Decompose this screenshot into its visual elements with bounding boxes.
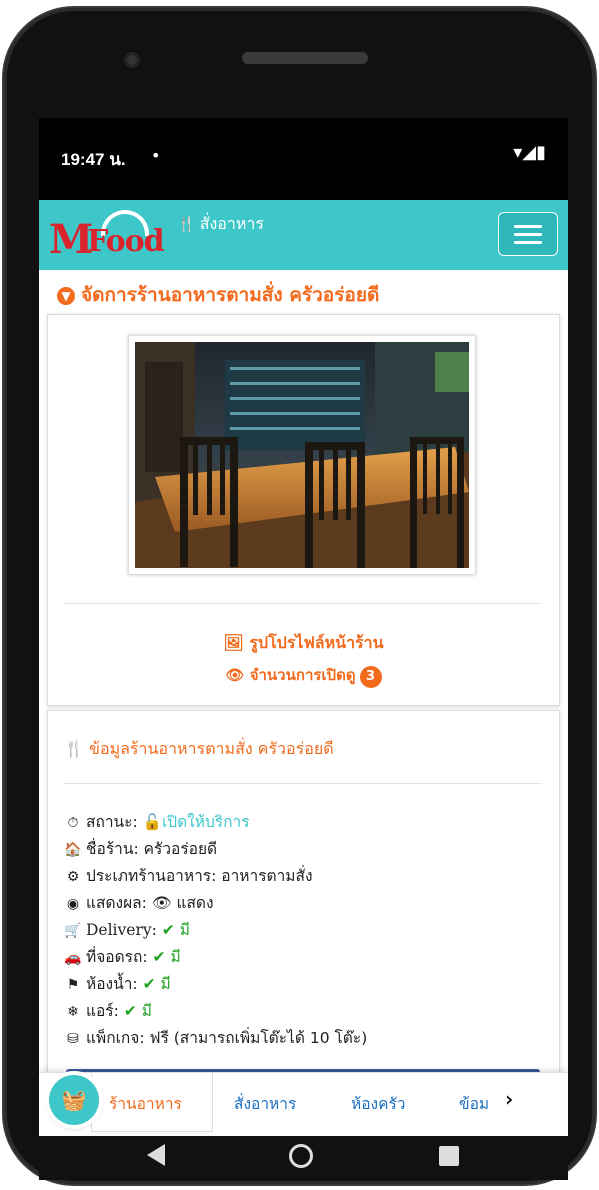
notification-dot-icon: • xyxy=(151,146,161,165)
top-navbar: M Food 🍴 สั่งอาหาร xyxy=(39,200,568,270)
tab-info[interactable]: ข้อม xyxy=(459,1091,489,1116)
main-content: ▼ จัดการร้านอาหารตามสั่ง ครัวอร่อยดี 🖼 ร… xyxy=(39,270,568,1092)
screen: 19:47 น. • ▾◢▮ M Food 🍴 สั่งอาหาร ▼ จัดการ… xyxy=(39,118,568,1136)
hamburger-line xyxy=(514,225,542,228)
bottom-tab-bar: 🧺 ร้านอาหาร สั่งอาหาร ห้องครัว ข้อม › xyxy=(39,1072,568,1136)
camera-icon xyxy=(124,52,140,68)
hamburger-line xyxy=(514,233,542,236)
display-label: แสดงผล: xyxy=(86,894,147,912)
delivery-label: Delivery: xyxy=(86,921,157,939)
info-heading: 🍴 ข้อมูลร้านอาหารตามสั่ง ครัวอร่อยดี xyxy=(64,737,334,762)
info-card: 🍴 ข้อมูลร้านอาหารตามสั่ง ครัวอร่อยดี ⏱ สถ… xyxy=(47,710,560,1092)
status-label: สถานะ: xyxy=(86,813,138,831)
parking-label: ที่จอดรถ: xyxy=(86,948,148,966)
chevron-right-icon[interactable]: › xyxy=(505,1087,513,1111)
home-circle-icon[interactable] xyxy=(289,1144,313,1168)
eye-icon: 👁 xyxy=(225,666,245,684)
clock-icon: ⏱ xyxy=(67,815,79,831)
profile-photo-link[interactable]: 🖼 รูปโปรไฟล์หน้าร้าน xyxy=(48,631,559,656)
info-row-status: ⏱ สถานะ: 🔓เปิดให้บริการ xyxy=(64,809,367,836)
toilet-label: ห้องน้ำ: xyxy=(86,975,138,993)
type-value: อาหารตามสั่ง xyxy=(221,867,313,885)
image-icon: 🖼 xyxy=(223,633,244,652)
info-row-type: ⚙ ประเภทร้านอาหาร: อาหารตามสั่ง xyxy=(64,863,367,890)
gears-icon: ⚙ xyxy=(66,869,80,885)
nav-order-link[interactable]: 🍴 สั่งอาหาร xyxy=(177,212,264,237)
air-label: แอร์: xyxy=(86,1002,119,1020)
restaurant-photo[interactable] xyxy=(135,342,469,568)
mfood-logo[interactable]: M Food xyxy=(49,210,173,263)
back-icon[interactable] xyxy=(147,1144,165,1166)
home-icon: 🏠 xyxy=(64,842,82,858)
tab-order[interactable]: สั่งอาหาร xyxy=(234,1091,296,1116)
basket-icon[interactable]: 🧺 xyxy=(49,1075,99,1125)
package-icon: ⛁ xyxy=(67,1031,79,1047)
name-value: ครัวอร่อยดี xyxy=(143,840,218,858)
fork-knife-icon: 🍴 xyxy=(177,215,196,233)
info-row-package: ⛁ แพ็กเกจ: ฟรี (สามารถเพิ่มโต๊ะได้ 10 โต๊… xyxy=(64,1025,367,1052)
name-label: ชื่อร้าน: xyxy=(86,840,139,858)
parking-value: มี xyxy=(170,948,181,966)
restaurant-interior-image xyxy=(135,342,469,568)
flag-icon: ⚑ xyxy=(66,977,80,993)
eye-icon: 👁 xyxy=(151,894,172,912)
view-count-badge: 3 xyxy=(359,666,382,688)
package-value: ฟรี (สามารถเพิ่มโต๊ะได้ 10 โต๊ะ) xyxy=(149,1029,368,1047)
car-icon: 🚗 xyxy=(64,950,82,966)
toilet-value: มี xyxy=(160,975,171,993)
restaurant-photo-frame xyxy=(128,335,476,575)
tab-restaurant[interactable]: ร้านอาหาร xyxy=(109,1091,182,1116)
fork-knife-icon: 🍴 xyxy=(64,739,84,758)
info-row-air: ❄ แอร์: ✔ มี xyxy=(64,998,367,1025)
check-icon: ✔ xyxy=(123,1002,137,1020)
android-nav-bar xyxy=(39,1136,568,1180)
profile-photo-label: รูปโปรไฟล์หน้าร้าน xyxy=(249,633,384,652)
check-icon: ✔ xyxy=(152,948,166,966)
divider xyxy=(64,603,542,604)
hamburger-line xyxy=(514,241,542,244)
page-title-text: จัดการร้านอาหารตามสั่ง ครัวอร่อยดี xyxy=(81,284,380,306)
delivery-value: มี xyxy=(179,921,190,939)
display-value: แสดง xyxy=(176,894,214,912)
check-icon: ✔ xyxy=(142,975,156,993)
nav-order-label: สั่งอาหาร xyxy=(199,214,264,233)
phone-frame: 19:47 น. • ▾◢▮ M Food 🍴 สั่งอาหาร ▼ จัดการ… xyxy=(0,0,599,1190)
status-value[interactable]: เปิดให้บริการ xyxy=(162,813,250,831)
logo-food: Food xyxy=(87,224,165,259)
recents-icon[interactable] xyxy=(439,1146,459,1166)
view-count: 👁 จำนวนการเปิดดู 3 xyxy=(48,663,559,688)
status-bar: 19:47 น. • ▾◢▮ xyxy=(39,118,568,200)
cart-icon: 🛒 xyxy=(64,923,82,939)
package-label: แพ็กเกจ: xyxy=(86,1029,145,1047)
info-row-display: ◉ แสดงผล: 👁 แสดง xyxy=(64,890,367,917)
speaker-grille xyxy=(242,52,368,64)
signal-battery-icon: ▾◢▮ xyxy=(513,142,546,163)
air-value: มี xyxy=(141,1002,152,1020)
radio-dot-icon: ◉ xyxy=(66,896,80,912)
profile-card: 🖼 รูปโปรไฟล์หน้าร้าน 👁 จำนวนการเปิดดู 3 xyxy=(47,314,560,706)
check-icon: ✔ xyxy=(161,921,175,939)
info-heading-text: ข้อมูลร้านอาหารตามสั่ง ครัวอร่อยดี xyxy=(89,739,334,758)
unlock-icon: 🔓 xyxy=(142,813,162,831)
divider xyxy=(64,783,542,784)
info-row-parking: 🚗 ที่จอดรถ: ✔ มี xyxy=(64,944,367,971)
page-title: ▼ จัดการร้านอาหารตามสั่ง ครัวอร่อยดี xyxy=(57,280,379,310)
snowflake-icon: ❄ xyxy=(67,1004,79,1020)
tab-kitchen[interactable]: ห้องครัว xyxy=(351,1091,406,1116)
view-count-label: จำนวนการเปิดดู xyxy=(249,666,356,684)
chevron-down-circle-icon: ▼ xyxy=(57,287,75,305)
info-row-toilet: ⚑ ห้องน้ำ: ✔ มี xyxy=(64,971,367,998)
info-list: ⏱ สถานะ: 🔓เปิดให้บริการ 🏠 ชื่อร้าน: ครัวอร… xyxy=(64,809,367,1052)
status-time: 19:47 น. xyxy=(61,150,126,169)
info-row-delivery: 🛒 Delivery: ✔ มี xyxy=(64,917,367,944)
menu-toggle-button[interactable] xyxy=(498,212,558,256)
type-label: ประเภทร้านอาหาร: xyxy=(86,867,217,885)
info-row-name: 🏠 ชื่อร้าน: ครัวอร่อยดี xyxy=(64,836,367,863)
